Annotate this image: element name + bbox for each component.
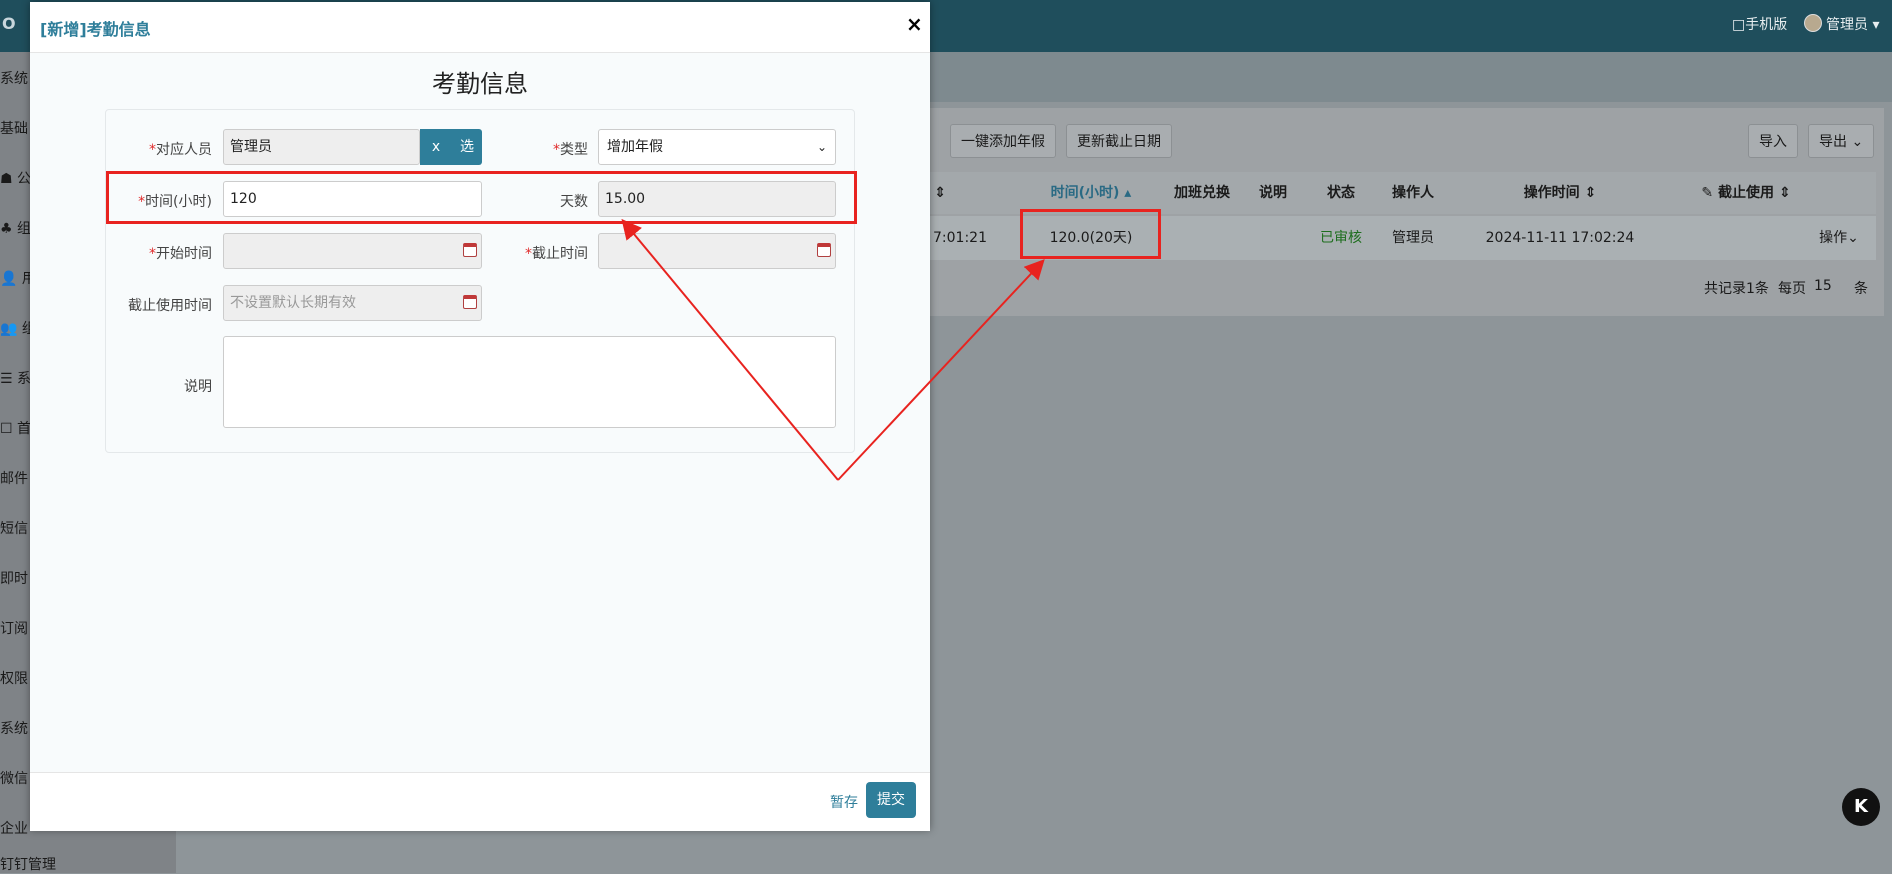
annotation-arrows: [621, 218, 1045, 481]
arrow-to-form: [621, 218, 839, 481]
floating-badge-icon[interactable]: K: [1842, 788, 1880, 826]
arrow-to-table: [837, 259, 1045, 481]
